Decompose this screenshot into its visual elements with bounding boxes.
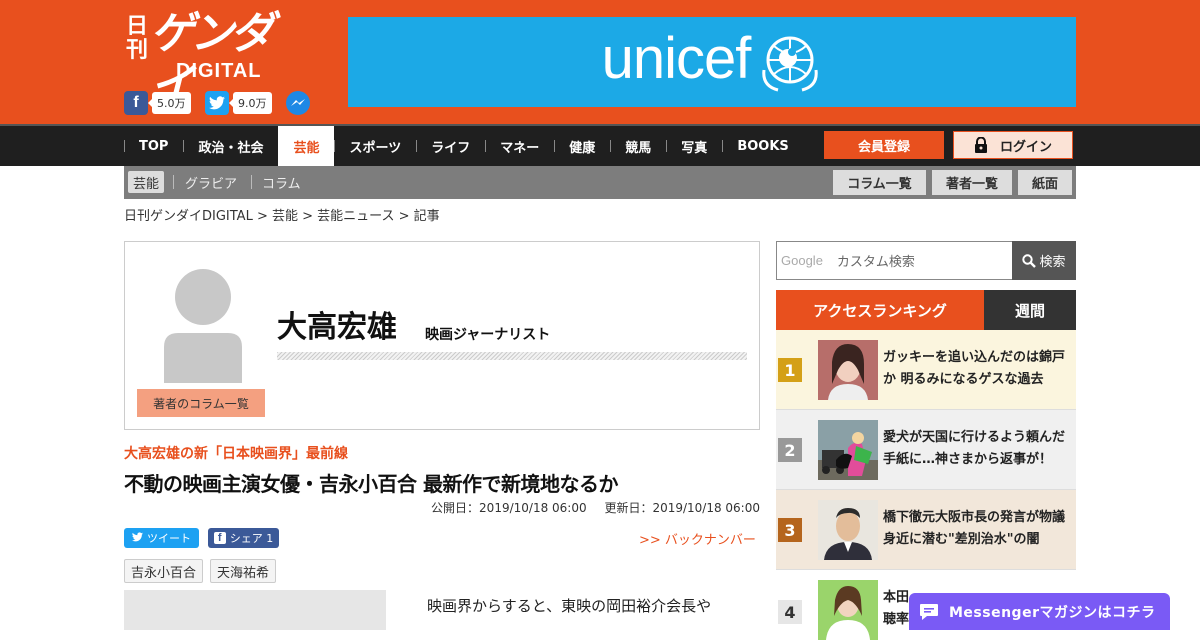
rank-number: 1 [778, 358, 802, 382]
ranking-thumbnail [818, 580, 878, 640]
google-label: Google [781, 253, 823, 268]
tweet-button[interactable]: ツイート [124, 528, 199, 548]
nav-item-health[interactable]: 健康 [554, 126, 610, 166]
search-placeholder: カスタム検索 [836, 255, 915, 270]
ad-text: unicef [601, 26, 752, 91]
login-label: ログイン [999, 139, 1052, 155]
site-header: 日刊 ゲンダイ DIGITAL f 5.0万 9.0万 unicef [0, 0, 1200, 124]
published-date: 公開日：2019/10/18 06:00 [431, 501, 587, 515]
lock-icon [974, 137, 987, 153]
ad-banner[interactable]: unicef [348, 17, 1076, 107]
subnav-divider [251, 175, 252, 189]
search-box: Google カスタム検索 検索 [776, 241, 1076, 280]
share-label: シェア 1 [229, 532, 274, 545]
series-title[interactable]: 大高宏雄の新「日本映画界」最前線 [124, 443, 348, 463]
logo-nikkan: 日刊 [126, 13, 149, 63]
rank-number: 2 [778, 438, 802, 462]
author-box: 著者のコラム一覧 大高宏雄 映画ジャーナリスト [124, 241, 760, 430]
nav-item-photo[interactable]: 写真 [666, 126, 722, 166]
messenger-magazine-banner[interactable]: Messengerマガジンはコチラ [909, 593, 1170, 630]
ranking-thumbnail [818, 340, 878, 400]
backnumber-link[interactable]: >> バックナンバー [639, 529, 756, 548]
nav-item-entertainment[interactable]: 芸能 [278, 126, 335, 166]
messenger-banner-label: Messengerマガジンはコチラ [949, 604, 1156, 621]
nav-item-life[interactable]: ライフ [416, 126, 485, 166]
ranking-item[interactable]: 1 ガッキーを追い込んだのは錦戸か 明るみになるゲスな過去 [776, 330, 1076, 410]
author-columns-button[interactable]: 著者のコラム一覧 [137, 389, 265, 417]
breadcrumb[interactable]: 日刊ゲンダイDIGITAL > 芸能 > 芸能ニュース > 記事 [124, 205, 440, 224]
nav-item-keiba[interactable]: 競馬 [610, 126, 666, 166]
tweet-label: ツイート [147, 532, 191, 545]
article-title: 不動の映画主演女優・吉永小百合 最新作で新境地なるか [124, 472, 618, 496]
site-logo[interactable]: 日刊 ゲンダイ DIGITAL [124, 8, 304, 111]
subnav-item-gravure[interactable]: グラビア [185, 171, 237, 193]
ranking-header: アクセスランキング 週間 [776, 290, 1076, 330]
avatar [164, 269, 242, 383]
sub-nav: 芸能 グラビア コラム コラム一覧 著者一覧 紙面 [124, 166, 1076, 199]
messenger-icon[interactable] [286, 91, 310, 115]
facebook-share-button[interactable]: f シェア 1 [208, 528, 279, 548]
rank-number: 3 [778, 518, 802, 542]
search-icon [1022, 253, 1037, 268]
facebook-count: 5.0万 [148, 92, 191, 114]
author-divider [277, 352, 747, 360]
facebook-share[interactable]: f 5.0万 [124, 90, 191, 116]
rank-number: 4 [778, 600, 802, 624]
ranking-item[interactable]: 2 愛犬が天国に行けるよう頼んだ手紙に…神さまから返事が！ [776, 410, 1076, 490]
search-input[interactable]: Google カスタム検索 [776, 241, 1014, 280]
paper-button[interactable]: 紙面 [1018, 170, 1072, 195]
facebook-icon[interactable]: f [124, 91, 148, 115]
nav-items: TOP 政治・社会 芸能 スポーツ ライフ マネー 健康 競馬 写真 BOOKS [124, 126, 804, 166]
column-list-button[interactable]: コラム一覧 [833, 170, 926, 195]
updated-date: 更新日：2019/10/18 06:00 [604, 501, 760, 515]
ranking-headline: ガッキーを追い込んだのは錦戸か 明るみになるゲスな過去 [883, 350, 1066, 387]
unicef-emblem-icon [762, 36, 819, 92]
facebook-icon: f [213, 532, 226, 544]
nav-item-books[interactable]: BOOKS [722, 126, 803, 166]
article-image [124, 590, 386, 630]
nav-item-politics[interactable]: 政治・社会 [183, 126, 278, 166]
subnav-item-entertainment[interactable]: 芸能 [128, 171, 165, 193]
tag-amami[interactable]: 天海祐希 [210, 559, 276, 583]
twitter-follow[interactable]: 9.0万 [205, 90, 272, 116]
logo-digital: DIGITAL [176, 60, 262, 82]
nav-item-money[interactable]: マネー [485, 126, 554, 166]
ranking-headline: 橋下徹元大阪市長の発言が物議 身近に潜む"差別治水"の闇 [883, 510, 1066, 547]
author-name: 大高宏雄 [277, 310, 397, 345]
ranking-weekly-tab[interactable]: 週間 [984, 290, 1076, 330]
author-role: 映画ジャーナリスト [425, 327, 551, 343]
tag-yoshinaga[interactable]: 吉永小百合 [124, 559, 203, 583]
ranking-thumbnail [818, 420, 878, 480]
ranking-item[interactable]: 3 橋下徹元大阪市長の発言が物議 身近に潜む"差別治水"の闇 [776, 490, 1076, 570]
search-button[interactable]: 検索 [1012, 241, 1076, 280]
main-nav: TOP 政治・社会 芸能 スポーツ ライフ マネー 健康 競馬 写真 BOOKS… [0, 124, 1200, 166]
ranking-thumbnail [818, 500, 878, 560]
author-list-button[interactable]: 著者一覧 [932, 170, 1012, 195]
register-button[interactable]: 会員登録 [824, 131, 944, 159]
ranking-title[interactable]: アクセスランキング [776, 290, 984, 330]
article-dates: 公開日：2019/10/18 06:00 更新日：2019/10/18 06:0… [417, 499, 760, 516]
subnav-divider [173, 175, 174, 189]
search-button-label: 検索 [1039, 255, 1066, 270]
nav-item-sports[interactable]: スポーツ [334, 126, 416, 166]
twitter-count: 9.0万 [229, 92, 272, 114]
subnav-item-column[interactable]: コラム [262, 171, 301, 193]
chat-bubble-icon [920, 603, 938, 620]
login-button[interactable]: ログイン [953, 131, 1073, 159]
article-body: 映画界からすると、東映の岡田裕介会長や [427, 597, 712, 615]
ranking-headline: 愛犬が天国に行けるよう頼んだ手紙に…神さまから返事が！ [883, 430, 1066, 467]
nav-item-top[interactable]: TOP [124, 126, 183, 166]
twitter-bird-icon [132, 531, 143, 545]
twitter-icon[interactable] [205, 91, 229, 115]
